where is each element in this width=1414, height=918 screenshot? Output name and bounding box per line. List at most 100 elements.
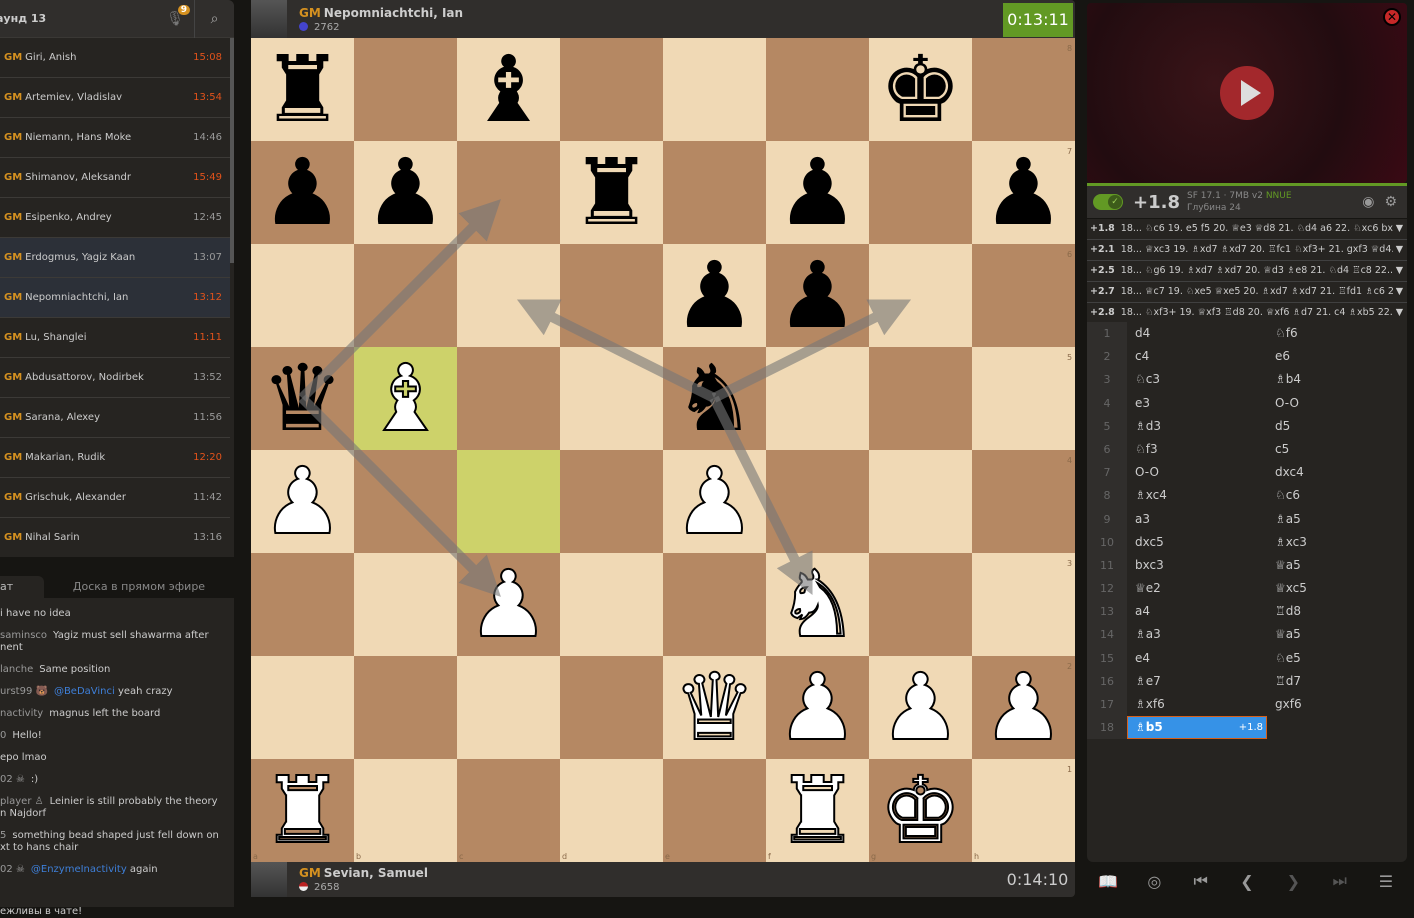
black-pawn-piece[interactable]: ♟ <box>972 141 1075 244</box>
game-row[interactable]: GM Shimanov, Aleksandr 15:49 <box>0 158 230 198</box>
game-row[interactable]: GM Nihal Sarin 13:16 <box>0 518 230 557</box>
white-move[interactable]: ♘c3 <box>1127 368 1267 391</box>
gear-icon[interactable]: ⚙ <box>1384 194 1397 210</box>
chat-input-placeholder[interactable]: ежливы в чате! <box>0 906 220 918</box>
board-square[interactable] <box>663 759 766 862</box>
board-square[interactable] <box>560 450 663 553</box>
line-moves[interactable]: 18... ♘xf3+ 19. ♕xf3 ♖d8 20. ♕xf6 ♗d7 21… <box>1121 307 1402 318</box>
game-row[interactable]: GM Erdogmus, Yagiz Kaan 13:07 <box>0 238 230 278</box>
white-pawn-piece[interactable]: ♟ <box>457 552 560 657</box>
white-rook-piece[interactable]: ♜ <box>766 758 869 863</box>
white-pawn-piece[interactable]: ♟ <box>972 655 1075 760</box>
black-move[interactable]: ♘f6 <box>1267 322 1407 345</box>
engine-line[interactable]: +1.8 18... ♘c6 19. e5 f5 20. ♕e3 ♕d8 21. … <box>1087 219 1407 240</box>
board-square[interactable] <box>457 759 560 862</box>
board-square[interactable] <box>972 553 1075 656</box>
play-icon[interactable] <box>1220 66 1274 120</box>
board-square[interactable] <box>560 347 663 450</box>
game-row[interactable]: GM Sarana, Alexey 11:56 <box>0 398 230 438</box>
board-square[interactable] <box>354 759 457 862</box>
game-row[interactable]: GM Giri, Anish 15:08 <box>0 38 230 78</box>
expand-icon[interactable]: ▼ <box>1392 303 1403 323</box>
board-square[interactable] <box>766 38 869 141</box>
white-move[interactable]: O-O <box>1127 461 1267 484</box>
board-square[interactable] <box>869 347 972 450</box>
board-square[interactable] <box>972 38 1075 141</box>
expand-icon[interactable]: ▼ <box>1392 219 1403 239</box>
black-move[interactable]: gxf6 <box>1267 693 1407 716</box>
line-moves[interactable]: 18... ♕c7 19. ♘xe5 ♕xe5 20. ♗xd7 ♗xd7 21… <box>1121 286 1403 297</box>
black-knight-piece[interactable]: ♞ <box>663 347 766 450</box>
next-move-button[interactable]: ❯ <box>1278 872 1308 891</box>
white-move[interactable]: ♗d3 <box>1127 415 1267 438</box>
chat-username[interactable]: saminsco <box>0 630 47 641</box>
chess-board[interactable]: a b c d e f g h 8 7 6 5 4 3 2 1 ♜ ♝ ♚ ♟ ♟ ♜ ♟ ♟ ♟ ♟ ♛ ♝ ♞ ♟ ♟ ♟ ♞ ♛ ♟ ♟ ♟ ♜ ♜ ♚ <box>251 38 1075 863</box>
white-move[interactable]: a3 <box>1127 508 1267 531</box>
game-row[interactable]: GM Grischuk, Alexander 11:42 <box>0 478 230 518</box>
white-bishop-piece[interactable]: ♝ <box>354 346 457 451</box>
board-square[interactable] <box>251 656 354 759</box>
black-move[interactable]: ♖d7 <box>1267 670 1407 693</box>
board-square[interactable] <box>560 759 663 862</box>
white-move[interactable]: ♗xf6 <box>1127 693 1267 716</box>
engine-line[interactable]: +2.8 18... ♘xf3+ 19. ♕xf3 ♖d8 20. ♕xf6 ♗d… <box>1087 303 1407 324</box>
black-move[interactable]: ♕a5 <box>1267 554 1407 577</box>
white-move[interactable]: ♗a3 <box>1127 623 1267 646</box>
black-bishop-piece[interactable]: ♝ <box>457 38 560 141</box>
last-move-button[interactable]: ⏭ <box>1325 871 1355 891</box>
board-square[interactable] <box>972 244 1075 347</box>
black-pawn-piece[interactable]: ♟ <box>766 244 869 347</box>
white-pawn-piece[interactable]: ♟ <box>869 655 972 760</box>
white-move[interactable]: ♗xc4 <box>1127 484 1267 507</box>
white-move[interactable]: ♕e2 <box>1127 577 1267 600</box>
board-square[interactable] <box>354 244 457 347</box>
chat-username[interactable]: 5 <box>0 830 6 841</box>
board-square[interactable] <box>663 38 766 141</box>
game-row[interactable]: GM Niemann, Hans Moke 14:46 <box>0 118 230 158</box>
black-move[interactable]: e6 <box>1267 345 1407 368</box>
engine-toggle[interactable] <box>1093 194 1123 210</box>
line-moves[interactable]: 18... ♕xc3 19. ♗xd7 ♗xd7 20. ♖fc1 ♘xf3+ … <box>1121 244 1401 255</box>
engine-line[interactable]: +2.1 18... ♕xc3 19. ♗xd7 ♗xd7 20. ♖fc1 ♘x… <box>1087 240 1407 261</box>
white-move[interactable]: bxc3 <box>1127 554 1267 577</box>
black-move[interactable]: O-O <box>1267 392 1407 415</box>
white-queen-piece[interactable]: ♛ <box>663 655 766 760</box>
white-move[interactable]: ♗b5 +1.8 <box>1127 716 1267 740</box>
white-move[interactable]: e3 <box>1127 392 1267 415</box>
chat-mention[interactable]: @BeDaVinci <box>54 686 115 697</box>
target-icon[interactable]: ◎ <box>1139 872 1169 891</box>
board-square[interactable] <box>560 244 663 347</box>
white-pawn-piece[interactable]: ♟ <box>766 655 869 760</box>
board-square[interactable] <box>663 553 766 656</box>
black-pawn-piece[interactable]: ♟ <box>766 141 869 244</box>
black-move[interactable]: d5 <box>1267 415 1407 438</box>
book-icon[interactable]: 📖 <box>1093 872 1123 891</box>
black-pawn-piece[interactable]: ♟ <box>663 244 766 347</box>
game-row[interactable]: GM Lu, Shanglei 11:11 <box>0 318 230 358</box>
white-move[interactable]: ♗e7 <box>1127 670 1267 693</box>
first-move-button[interactable]: ⏮ <box>1186 871 1216 891</box>
game-row[interactable]: GM Abdusattorov, Nodirbek 13:52 <box>0 358 230 398</box>
board-square[interactable] <box>560 553 663 656</box>
white-move[interactable]: ♘f3 <box>1127 438 1267 461</box>
mic-icon[interactable]: 🎙 9 <box>156 4 194 27</box>
scrollbar[interactable] <box>230 38 234 263</box>
chat-username[interactable]: player ♙ <box>0 796 44 807</box>
expand-icon[interactable]: ▼ <box>1392 282 1403 302</box>
search-icon[interactable]: ⌕ <box>194 0 234 38</box>
board-square[interactable] <box>869 244 972 347</box>
black-king-piece[interactable]: ♚ <box>869 38 972 141</box>
black-move[interactable]: ♕a5 <box>1267 623 1407 646</box>
board-square[interactable] <box>972 347 1075 450</box>
board-square[interactable] <box>663 141 766 244</box>
board-square[interactable] <box>354 450 457 553</box>
target-icon[interactable]: ◉ <box>1362 194 1374 210</box>
black-move[interactable]: c5 <box>1267 438 1407 461</box>
black-move[interactable] <box>1267 716 1407 739</box>
black-queen-piece[interactable]: ♛ <box>251 347 354 450</box>
black-pawn-piece[interactable]: ♟ <box>354 141 457 244</box>
white-move[interactable]: c4 <box>1127 345 1267 368</box>
white-pawn-piece[interactable]: ♟ <box>663 449 766 554</box>
chat-username[interactable]: 02 ☠ <box>0 864 25 875</box>
engine-line[interactable]: +2.7 18... ♕c7 19. ♘xe5 ♕xe5 20. ♗xd7 ♗xd… <box>1087 282 1407 303</box>
